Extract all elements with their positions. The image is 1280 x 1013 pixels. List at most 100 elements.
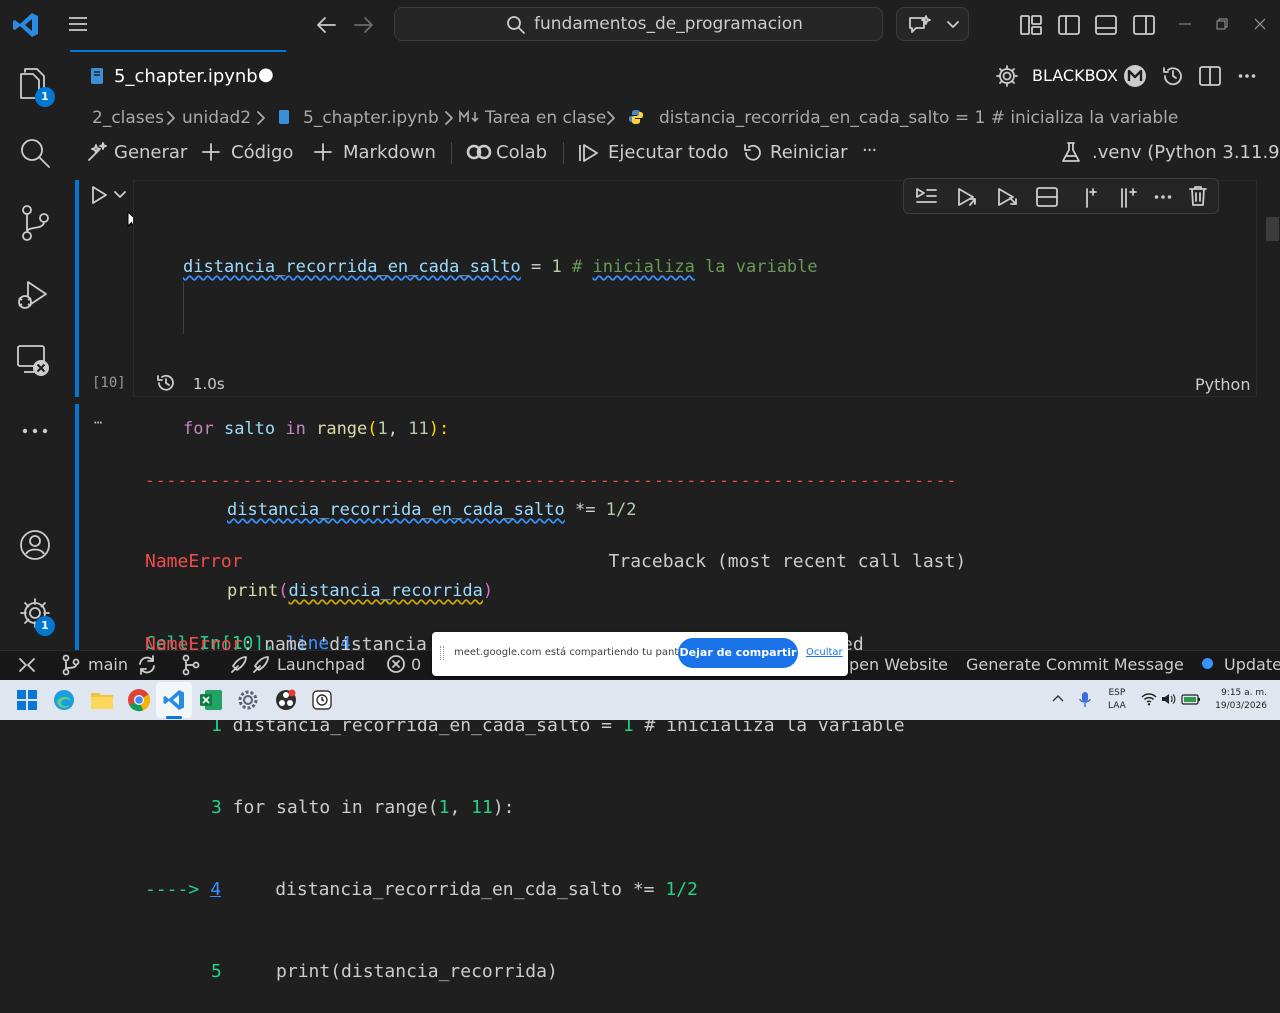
settings-app-icon[interactable] <box>236 688 260 712</box>
split-cell-icon[interactable] <box>1035 185 1059 209</box>
restart-button[interactable]: Reiniciar <box>770 142 848 163</box>
close-window-icon[interactable] <box>1252 16 1268 32</box>
execute-above-icon[interactable] <box>955 185 979 209</box>
run-and-debug-icon[interactable] <box>16 276 52 312</box>
file-explorer-icon[interactable] <box>90 689 114 711</box>
insert-line-above-icon[interactable] <box>1079 185 1103 209</box>
breadcrumb-item[interactable]: distancia_recorrida_en_cada_salto = 1 # … <box>659 108 1178 128</box>
launchpad-label[interactable]: Launchpad <box>277 655 365 674</box>
traceback-code: ): <box>492 797 515 819</box>
chevron-right-icon <box>606 110 616 126</box>
execution-history-icon <box>156 373 176 393</box>
generate-commit-message-button[interactable]: Generate Commit Message <box>966 655 1184 674</box>
search-text: fundamentos_de_programacion <box>534 14 803 34</box>
split-editor-icon[interactable] <box>1198 64 1222 88</box>
battery-icon[interactable] <box>1181 692 1201 706</box>
volume-icon[interactable] <box>1160 692 1176 706</box>
minimize-icon[interactable] <box>1177 16 1193 32</box>
tab-title: 5_chapter.ipynb <box>114 66 258 87</box>
customize-layout-icon[interactable] <box>1019 13 1043 37</box>
command-center-search[interactable]: fundamentos_de_programacion <box>394 7 883 41</box>
add-markdown-button[interactable]: Markdown <box>343 142 436 163</box>
microphone-icon[interactable] <box>1077 690 1093 710</box>
obs-record-icon[interactable] <box>274 688 298 712</box>
toolbar-more-button[interactable]: ··· <box>862 140 877 161</box>
breadcrumb-item[interactable]: 5_chapter.ipynb <box>303 108 439 128</box>
drag-handle-icon[interactable] <box>440 646 444 660</box>
error-message: NameError: name 'distancia <box>145 634 427 650</box>
run-options-chevron-icon[interactable] <box>113 187 127 201</box>
windows-start-icon[interactable] <box>17 690 37 710</box>
kernel-picker[interactable]: .venv (Python 3.11.9) <box>1092 142 1280 163</box>
run-cell-icon[interactable] <box>88 184 110 206</box>
forward-arrow-icon[interactable] <box>352 14 376 36</box>
git-graph-icon[interactable] <box>180 654 202 676</box>
blackbox-gear-icon[interactable] <box>996 65 1018 87</box>
source-control-icon[interactable] <box>18 204 52 242</box>
breadcrumb-item[interactable]: 2_clases <box>92 108 164 128</box>
breadcrumb-item[interactable]: Tarea en clase <box>485 108 606 128</box>
line-number-link[interactable]: 4 <box>210 879 221 900</box>
copilot-button[interactable] <box>896 7 969 41</box>
hide-link[interactable]: Ocultar <box>806 647 843 658</box>
traceback-line: ----> 4 distancia_recorrida_en_cda_salto … <box>145 876 966 903</box>
colab-button[interactable]: Colab <box>496 142 547 163</box>
colab-icon <box>466 143 492 161</box>
scrollbar-thumb[interactable] <box>1266 217 1279 241</box>
vscode-taskbar-icon[interactable] <box>162 688 186 712</box>
plus-icon <box>313 142 333 162</box>
cell-language[interactable]: Python <box>1195 375 1250 394</box>
remote-indicator-icon[interactable] <box>18 655 36 675</box>
breadcrumb-item[interactable]: unidad2 <box>182 108 251 128</box>
toggle-panel-icon[interactable] <box>1094 13 1118 37</box>
edge-icon[interactable] <box>52 688 76 712</box>
toggle-secondary-sidebar-icon[interactable] <box>1132 13 1156 37</box>
settings-badge: 1 <box>35 616 55 636</box>
generate-button[interactable]: Generar <box>114 142 187 163</box>
errors-count[interactable]: 0 <box>411 655 421 674</box>
remote-explorer-icon[interactable] <box>16 342 54 380</box>
branch-name[interactable]: main <box>88 655 128 674</box>
tab-5-chapter[interactable]: 5_chapter.ipynb ● <box>70 50 286 102</box>
traceback-code: 1/2 <box>665 879 698 901</box>
error-message-name: NameError <box>145 634 243 650</box>
update-button[interactable]: Update <box>1224 655 1280 674</box>
accounts-icon[interactable] <box>18 528 52 562</box>
search-icon <box>506 15 526 35</box>
more-views-icon[interactable] <box>22 428 48 434</box>
search-sidebar-icon[interactable] <box>18 136 52 170</box>
explorer-badge: 1 <box>35 87 55 107</box>
more-actions-icon[interactable] <box>1238 73 1256 79</box>
back-arrow-icon[interactable] <box>314 14 338 36</box>
m-extension-icon[interactable] <box>1123 64 1147 88</box>
execute-below-icon[interactable] <box>995 185 1019 209</box>
input-language[interactable]: ESP LAA <box>1108 687 1126 713</box>
wifi-icon[interactable] <box>1141 692 1157 706</box>
sync-icon[interactable] <box>136 654 158 676</box>
clock-date: 19/03/2026 <box>1215 701 1267 711</box>
traceback-dashes: ----------------------------------------… <box>145 470 958 490</box>
open-website-button[interactable]: pen Website <box>849 655 948 674</box>
add-code-button[interactable]: Código <box>231 142 293 163</box>
clock[interactable]: 9:15 a. m. 19/03/2026 <box>1207 687 1267 713</box>
timeline-history-icon[interactable] <box>1161 64 1185 88</box>
chrome-icon[interactable] <box>127 688 151 712</box>
toggle-primary-sidebar-icon[interactable] <box>1057 13 1081 37</box>
menu-icon[interactable] <box>67 14 89 34</box>
chevron-down-icon <box>945 16 961 32</box>
blackbox-label[interactable]: BLACKBOX <box>1032 66 1118 85</box>
insert-line-below-icon[interactable] <box>1117 185 1141 209</box>
excel-icon[interactable] <box>199 689 223 711</box>
cell-more-icon[interactable] <box>1154 194 1172 200</box>
stop-sharing-button[interactable]: Dejar de compartir <box>678 638 798 668</box>
unsaved-dot-icon[interactable]: ● <box>258 64 274 85</box>
show-hidden-icons-chevron-icon[interactable] <box>1051 692 1065 706</box>
launchpad-rocket-icon <box>228 654 272 676</box>
restore-icon[interactable] <box>1214 16 1230 32</box>
git-branch-icon <box>61 654 81 676</box>
delete-cell-icon[interactable] <box>1187 184 1209 208</box>
run-all-button[interactable]: Ejecutar todo <box>608 142 728 163</box>
snipping-tool-icon[interactable] <box>310 688 334 712</box>
output-more-button[interactable]: ··· <box>93 414 103 432</box>
run-by-line-icon[interactable] <box>914 185 938 207</box>
